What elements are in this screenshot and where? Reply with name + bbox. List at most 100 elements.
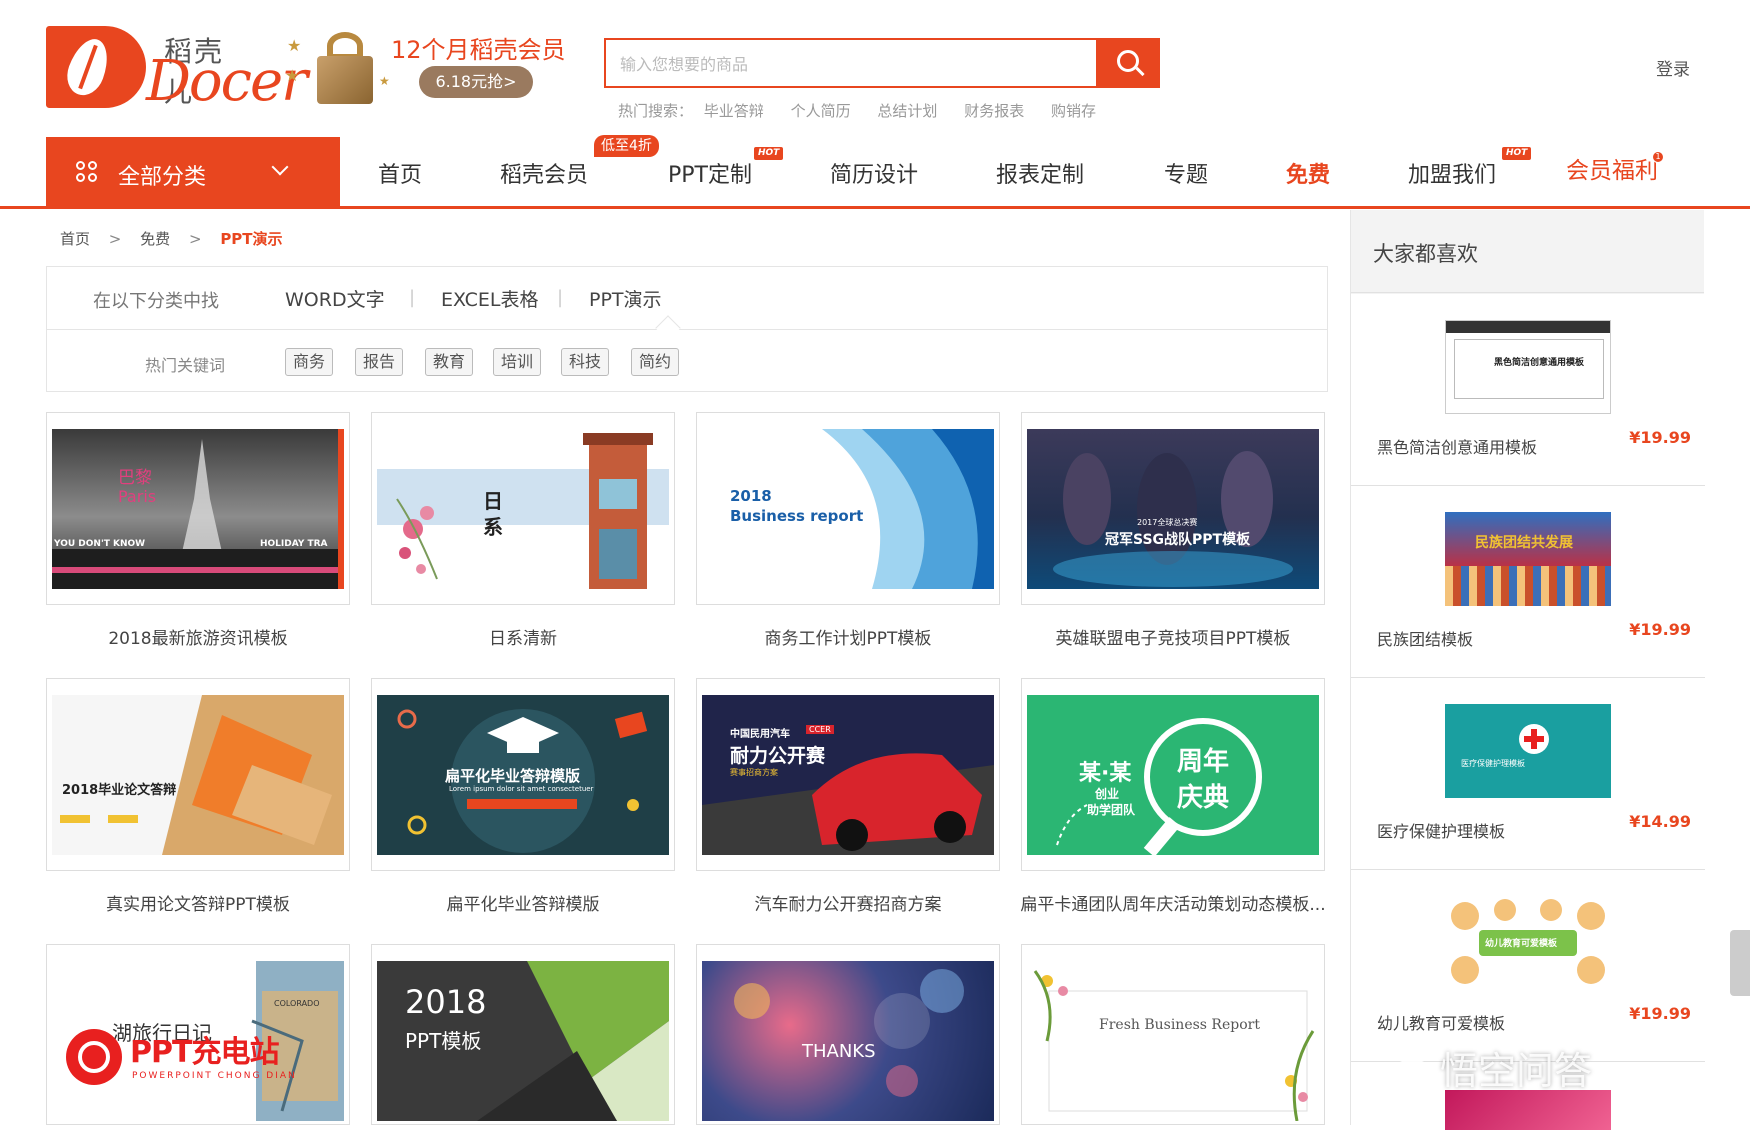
recommend-name[interactable]: 民族团结模板 <box>1377 626 1473 650</box>
thumb-text: CCER <box>806 725 834 734</box>
all-categories-label: 全部分类 <box>118 165 207 190</box>
search-input[interactable] <box>620 52 1080 76</box>
product-card[interactable]: 巴黎 Paris YOU DON'T KNOW HOLIDAY TRA <box>46 412 350 605</box>
product-title[interactable]: 汽车耐力公开赛招商方案 <box>689 890 1007 915</box>
site-header: 稻壳儿 Docer ★ ★ ★ 12个月稻壳会员 6.18元抢> 热门搜索： 毕… <box>0 0 1750 135</box>
product-title[interactable]: 2018最新旅游资讯模板 <box>39 624 357 649</box>
main-nav: 全部分类 首页 稻壳会员 低至4折 PPT定制 HOT 简历设计 报表定制 专题… <box>0 135 1750 209</box>
thumb-text: 2018毕业论文答辩 <box>62 783 177 798</box>
category-word[interactable]: WORD文字 <box>285 285 385 312</box>
product-card[interactable]: 2018 Business report <box>696 412 1000 605</box>
nav-resume[interactable]: 简历设计 <box>830 157 918 189</box>
side-float-tab[interactable] <box>1730 930 1750 996</box>
product-card[interactable]: Fresh Business Report <box>1021 944 1325 1125</box>
category-ppt[interactable]: PPT演示 <box>589 285 662 312</box>
breadcrumb-separator: > <box>108 230 122 248</box>
product-thumbnail: 2017全球总决赛 冠军SSG战队PPT模板 <box>1027 429 1319 589</box>
hot-search-term[interactable]: 总结计划 <box>877 102 937 120</box>
hot-search-label: 热门搜索： <box>618 102 694 120</box>
keyword-tag[interactable]: 商务 <box>285 348 334 376</box>
product-card[interactable]: 2018 PPT模板 <box>371 944 675 1125</box>
recommend-item[interactable]: 幼儿教育可爱模板 幼儿教育可爱模板 ¥19.99 <box>1351 870 1705 1062</box>
divider: | <box>409 287 416 308</box>
medical-cross-icon <box>1519 724 1549 754</box>
thumb-text: 周年 <box>1177 747 1230 777</box>
nav-topics[interactable]: 专题 <box>1164 157 1208 189</box>
product-thumbnail: Fresh Business Report <box>1027 961 1319 1121</box>
leaf-icon <box>61 33 115 101</box>
recommend-thumbnail: 民族团结共发展 <box>1445 512 1611 606</box>
all-categories-button[interactable]: 全部分类 <box>46 137 340 209</box>
recommend-name[interactable]: 医疗保健护理模板 <box>1377 818 1505 842</box>
product-thumbnail: 巴黎 Paris YOU DON'T KNOW HOLIDAY TRA <box>52 429 344 589</box>
product-thumbnail: THANKS <box>702 961 994 1121</box>
recommend-name[interactable]: 黑色简洁创意通用模板 <box>1377 434 1537 458</box>
hot-search-term[interactable]: 毕业答辩 <box>704 102 764 120</box>
nav-ppt-custom[interactable]: PPT定制 <box>668 157 752 189</box>
hot-search-term[interactable]: 个人简历 <box>791 102 851 120</box>
nav-home[interactable]: 首页 <box>378 157 422 189</box>
nav-report-custom[interactable]: 报表定制 <box>996 157 1084 189</box>
recommend-item[interactable]: 黑色简洁创意通用模板 黑色简洁创意通用模板 ¥19.99 <box>1351 294 1705 486</box>
product-card[interactable]: 中国民用汽车 CCER 耐力公开赛 赛事招商方案 <box>696 678 1000 871</box>
thumb-text: HOLIDAY TRA <box>260 539 328 549</box>
promo-buy-button[interactable]: 6.18元抢> <box>419 66 533 98</box>
thumb-text: 日 <box>483 489 503 513</box>
recommend-thumbnail: 幼儿教育可爱模板 <box>1445 896 1611 990</box>
grid-icon <box>76 161 100 185</box>
docer-logo[interactable]: 稻壳儿 Docer <box>46 26 308 112</box>
product-card[interactable]: 日 系 <box>371 412 675 605</box>
discount-badge: 低至4折 <box>594 135 659 157</box>
category-excel[interactable]: EXCEL表格 <box>441 285 539 312</box>
ppt-charging-station-logo <box>66 1029 122 1085</box>
product-card[interactable]: 湖旅行日记 COLORADO PPT充电站 POWERPOINT CHONG D… <box>46 944 350 1125</box>
keyword-tag[interactable]: 报告 <box>355 348 404 376</box>
thumb-text: COLORADO <box>274 999 320 1008</box>
recommend-price: ¥19.99 <box>1629 1004 1691 1023</box>
thumb-text: 医疗保健护理模板 <box>1461 759 1525 768</box>
product-title[interactable]: 扁平卡通团队周年庆活动策划动态模板... <box>1014 890 1332 915</box>
nav-free[interactable]: 免费 <box>1286 157 1330 189</box>
breadcrumb-free[interactable]: 免费 <box>140 230 170 248</box>
nav-join-us[interactable]: 加盟我们 <box>1408 157 1496 189</box>
search-box <box>604 38 1098 88</box>
login-link[interactable]: 登录 <box>1656 55 1690 80</box>
hot-search-term[interactable]: 财务报表 <box>964 102 1024 120</box>
nav-member-welfare[interactable]: 会员福利 <box>1566 151 1658 185</box>
keyword-tag[interactable]: 简约 <box>631 348 680 376</box>
product-title[interactable]: 日系清新 <box>364 624 682 649</box>
keyword-row: 热门关键词 商务 报告 教育 培训 科技 简约 <box>47 330 1327 392</box>
product-title[interactable]: 真实用论文答辩PPT模板 <box>39 890 357 915</box>
product-thumbnail: 2018毕业论文答辩 <box>52 695 344 855</box>
product-title[interactable]: 商务工作计划PPT模板 <box>689 624 1007 649</box>
product-card[interactable]: 2018毕业论文答辩 <box>46 678 350 871</box>
thumb-text: YOU DON'T KNOW <box>54 539 146 549</box>
breadcrumb-home[interactable]: 首页 <box>60 230 90 248</box>
product-thumbnail: 扁平化毕业答辩模版 Lorem ipsum dolor sit amet con… <box>377 695 669 855</box>
product-thumbnail: 2018 PPT模板 <box>377 961 669 1121</box>
recommend-item[interactable]: 医疗保健护理模板 医疗保健护理模板 ¥14.99 <box>1351 678 1705 870</box>
product-card[interactable]: 2017全球总决赛 冠军SSG战队PPT模板 <box>1021 412 1325 605</box>
hot-search-term[interactable]: 购销存 <box>1051 102 1096 120</box>
product-card[interactable]: 某·某 创业 助学团队 周年 庆典 <box>1021 678 1325 871</box>
thumb-text: PPT充电站 <box>130 1035 279 1070</box>
product-title[interactable]: 英雄联盟电子竞技项目PPT模板 <box>1014 624 1332 649</box>
search-button[interactable] <box>1098 38 1160 88</box>
vip-promo-banner[interactable]: ★ ★ ★ 12个月稻壳会员 6.18元抢> <box>285 22 566 112</box>
recommend-price: ¥19.99 <box>1629 620 1691 639</box>
product-card[interactable]: THANKS <box>696 944 1000 1125</box>
product-title[interactable]: 扁平化毕业答辩模版 <box>364 890 682 915</box>
keyword-tag[interactable]: 教育 <box>425 348 474 376</box>
keyword-tag[interactable]: 科技 <box>561 348 610 376</box>
nav-vip[interactable]: 稻壳会员 <box>500 157 588 189</box>
recommend-item[interactable]: 民族团结共发展 民族团结模板 ¥19.99 <box>1351 486 1705 678</box>
recommend-name[interactable]: 幼儿教育可爱模板 <box>1377 1010 1505 1034</box>
promo-title: 12个月稻壳会员 <box>391 36 566 64</box>
keywords-label: 热门关键词 <box>145 356 226 375</box>
watermark: 悟空问答 <box>1392 1040 1592 1095</box>
product-card[interactable]: 扁平化毕业答辩模版 Lorem ipsum dolor sit amet con… <box>371 678 675 871</box>
keyword-tag[interactable]: 培训 <box>493 348 542 376</box>
thumb-text: Business report <box>730 507 864 525</box>
thumb-text: 2017全球总决赛 <box>1137 518 1198 527</box>
breadcrumb-current: PPT演示 <box>220 230 283 248</box>
